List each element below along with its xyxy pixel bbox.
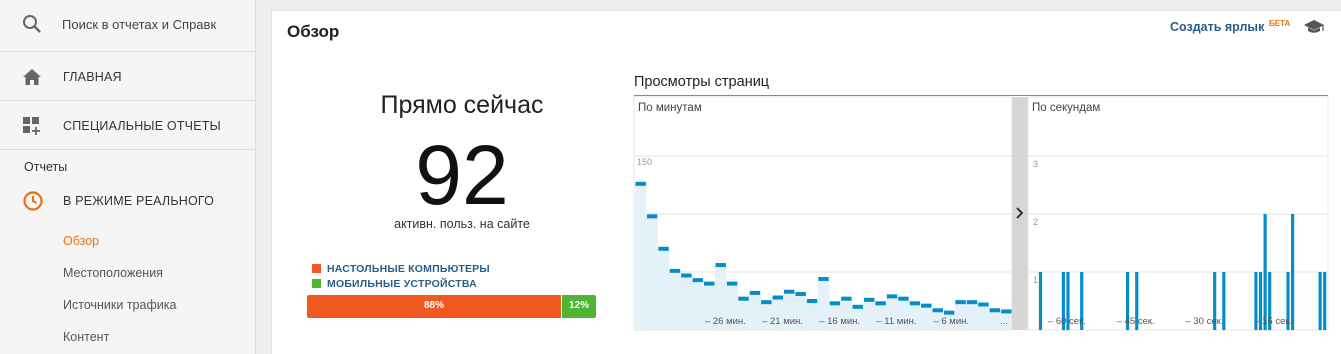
seconds-bar [1038, 272, 1043, 330]
minutes-bar [795, 292, 806, 297]
minutes-bar [738, 296, 749, 301]
seconds-x-tick: – 30 сек. [1185, 316, 1223, 327]
sidebar-item-label: СПЕЦИАЛЬНЫЕ ОТЧЕТЫ [63, 119, 221, 133]
minutes-bar [898, 296, 909, 301]
minutes-bar [704, 281, 715, 286]
minutes-bar [784, 289, 795, 294]
minutes-bar [841, 296, 852, 301]
minutes-bar [635, 181, 646, 186]
minutes-x-tick: – 11 мин. [876, 316, 916, 327]
seconds-bar [1291, 214, 1295, 330]
sidebar-item-realtime[interactable]: В РЕЖИМЕ РЕАЛЬНОГО [0, 184, 256, 218]
seconds-x-tick: – 60 сек. [1048, 316, 1086, 327]
home-icon [22, 67, 42, 87]
seconds-chart-title: По секундам [1032, 102, 1100, 114]
minutes-bar [978, 302, 989, 307]
seconds-bar [1323, 272, 1327, 330]
minutes-x-tick: – 21 мин. [762, 316, 803, 327]
sidebar-item-custom-reports[interactable]: СПЕЦИАЛЬНЫЕ ОТЧЕТЫ [0, 102, 256, 150]
minutes-bar [749, 290, 761, 295]
minutes-bar [943, 310, 955, 315]
minutes-bar [909, 301, 921, 306]
minutes-bar [669, 268, 681, 273]
minutes-bar [692, 278, 704, 283]
minutes-chart-title: По минутам [638, 102, 702, 114]
seconds-x-tick: – 15 сек. [1254, 316, 1292, 327]
minutes-bar [806, 299, 818, 303]
search-bar [0, 0, 256, 52]
sidebar-item-label: В РЕЖИМЕ РЕАЛЬНОГО [63, 194, 215, 208]
minutes-bar [658, 246, 669, 251]
minutes-bar [646, 214, 658, 219]
minutes-bar [932, 308, 943, 313]
minutes-bar [1001, 309, 1012, 314]
sidebar-subitem-overview[interactable]: Обзор [63, 234, 99, 248]
search-icon[interactable] [22, 14, 42, 34]
dashboard-plus-icon [22, 116, 42, 136]
minutes-bar [852, 304, 863, 309]
sidebar: ГЛАВНАЯ СПЕЦИАЛЬНЫЕ ОТЧЕТЫ Отчеты В РЕЖИ… [0, 0, 256, 354]
seconds-bar [1318, 272, 1322, 330]
minutes-bar [875, 301, 886, 306]
minutes-bar [681, 273, 692, 278]
pageviews-charts: По минутамПо секундам15010050– 26 мин.– … [633, 96, 1329, 331]
panel-toggle-strip [1012, 97, 1028, 330]
reports-section-label: Отчеты [24, 160, 68, 174]
overview-card: Обзор Создать ярлык БЕТА Прямо сейчас 92… [271, 10, 1341, 354]
seconds-x-tick: – 45 сек. [1117, 316, 1155, 327]
seconds-bar [1263, 214, 1267, 330]
seconds-y-tick: 1 [1033, 275, 1038, 285]
sidebar-subitem-locations[interactable]: Местоположения [63, 266, 163, 280]
seconds-y-tick: 2 [1033, 217, 1038, 227]
minutes-x-tick: – 26 мин. [705, 316, 746, 327]
analytics-app: ГЛАВНАЯ СПЕЦИАЛЬНЫЕ ОТЧЕТЫ Отчеты В РЕЖИ… [0, 0, 1341, 354]
minutes-bar [886, 294, 898, 299]
sidebar-subitem-traffic-sources[interactable]: Источники трафика [63, 298, 176, 312]
minutes-bar [726, 281, 738, 286]
sidebar-item-home[interactable]: ГЛАВНАЯ [0, 53, 256, 101]
minutes-bar [818, 276, 829, 281]
minutes-bar [863, 297, 875, 302]
minutes-x-tick: – 6 мин. [933, 316, 969, 327]
search-input[interactable] [62, 12, 242, 36]
minutes-bar [966, 300, 978, 305]
sidebar-subitem-content[interactable]: Контент [63, 330, 109, 344]
seconds-y-tick: 3 [1033, 159, 1038, 169]
clock-icon [22, 190, 44, 212]
sidebar-item-label: ГЛАВНАЯ [63, 70, 122, 84]
minutes-bar [989, 308, 1001, 313]
minutes-bar [829, 301, 841, 306]
minutes-bar [772, 295, 784, 300]
minutes-y-tick: 150 [637, 157, 652, 167]
minutes-x-tick: ... [1000, 316, 1008, 327]
minutes-bar [921, 303, 932, 308]
minutes-x-tick: – 16 мин. [819, 316, 860, 327]
minutes-bar [761, 300, 772, 305]
minutes-bar [955, 300, 966, 305]
minutes-bar [715, 263, 726, 268]
